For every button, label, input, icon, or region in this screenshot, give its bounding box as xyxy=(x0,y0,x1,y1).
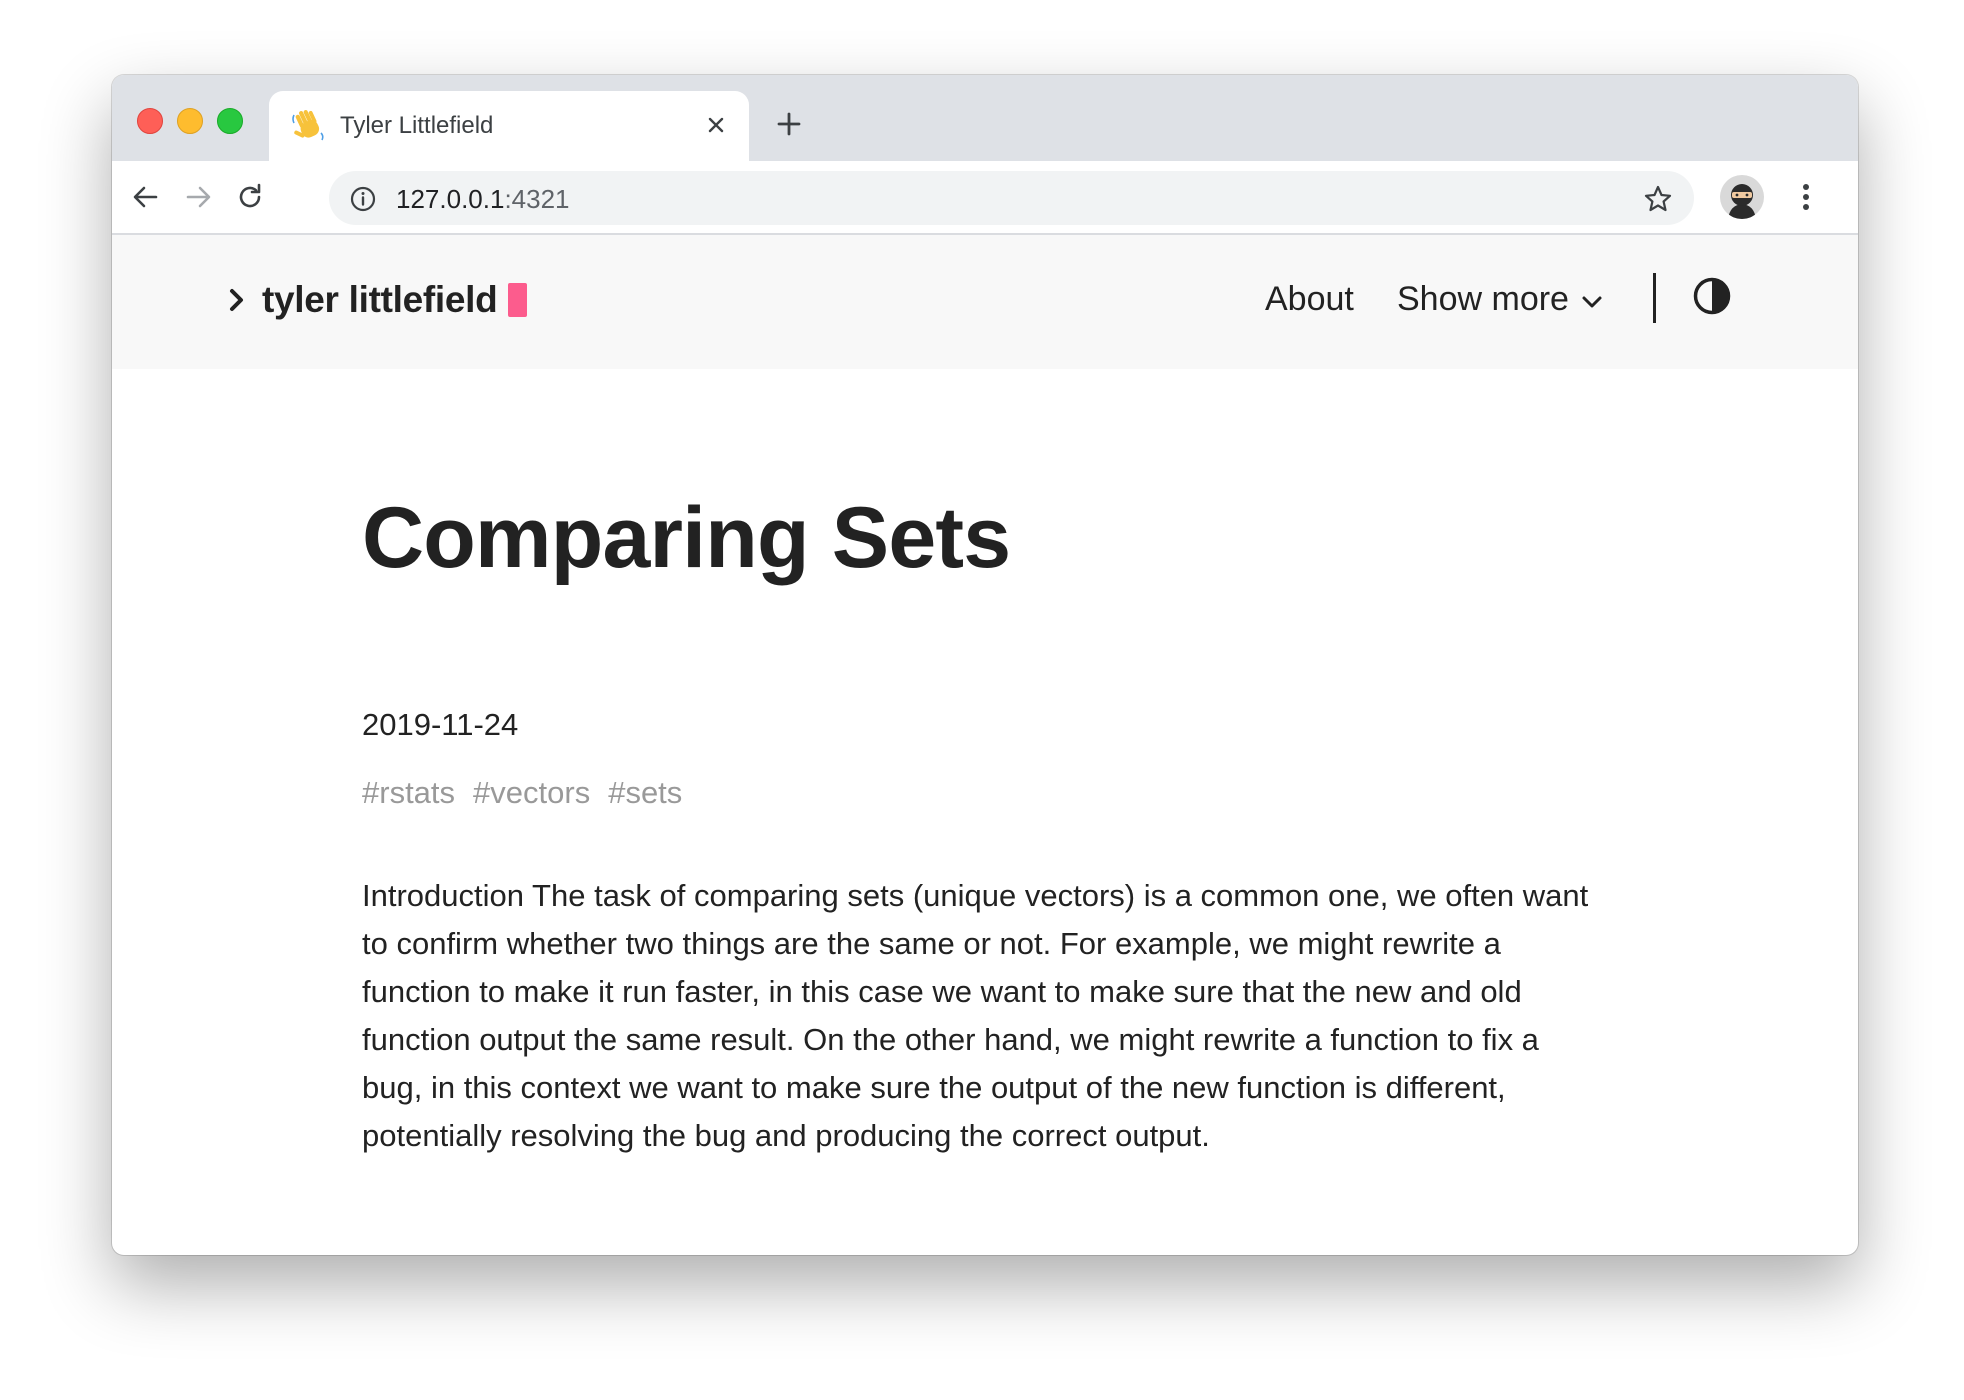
nav-divider xyxy=(1653,273,1656,323)
url-port: :4321 xyxy=(504,184,570,214)
close-window-button[interactable] xyxy=(137,108,163,134)
kebab-menu-icon[interactable] xyxy=(1800,179,1812,215)
article-title: Comparing Sets xyxy=(362,490,1011,586)
nav-about-link[interactable]: About xyxy=(1265,280,1354,319)
article-date: 2019-11-24 xyxy=(362,707,519,742)
back-arrow-icon[interactable] xyxy=(128,179,164,215)
tag-link[interactable]: #sets xyxy=(608,775,682,811)
browser-toolbar: 127.0.0.1:4321 xyxy=(112,161,1858,235)
star-icon[interactable] xyxy=(1642,183,1674,215)
minimize-window-button[interactable] xyxy=(177,108,203,134)
avatar[interactable] xyxy=(1720,175,1764,219)
tag-list: #rstats #vectors #sets xyxy=(362,775,700,811)
site-title: tyler littlefield xyxy=(262,279,498,320)
waving-hand-icon xyxy=(292,110,324,141)
maximize-window-button[interactable] xyxy=(217,108,243,134)
chevron-down-icon xyxy=(1582,296,1602,307)
article-body: Introduction The task of comparing sets … xyxy=(362,878,1589,1153)
site-header: tyler littlefield About Show more xyxy=(112,235,1858,369)
tab-strip: Tyler Littlefield xyxy=(112,75,1858,161)
info-icon[interactable] xyxy=(349,185,377,213)
forward-arrow-icon[interactable] xyxy=(180,179,216,215)
browser-window: Tyler Littlefield 127.0.0.1:4321 tyler l… xyxy=(112,75,1858,1255)
tab-title: Tyler Littlefield xyxy=(340,112,494,139)
tab-active[interactable]: Tyler Littlefield xyxy=(269,91,749,161)
url-text[interactable]: 127.0.0.1:4321 xyxy=(396,184,570,215)
tag-link[interactable]: #rstats xyxy=(362,775,455,811)
profile-icon xyxy=(1720,175,1764,219)
tag-link[interactable]: #vectors xyxy=(473,775,590,811)
theme-toggle-icon[interactable] xyxy=(1692,276,1732,316)
cursor-block xyxy=(508,283,528,317)
close-icon[interactable] xyxy=(701,110,731,140)
show-more-label: Show more xyxy=(1397,280,1569,318)
show-more-dropdown[interactable]: Show more xyxy=(1397,280,1604,319)
reload-icon[interactable] xyxy=(232,179,268,215)
site-brand-link[interactable]: tyler littlefield xyxy=(226,279,528,321)
chevron-right-icon xyxy=(230,289,243,311)
url-host: 127.0.0.1 xyxy=(396,184,505,214)
plus-icon[interactable] xyxy=(774,109,804,139)
address-bar[interactable]: 127.0.0.1:4321 xyxy=(329,171,1694,225)
